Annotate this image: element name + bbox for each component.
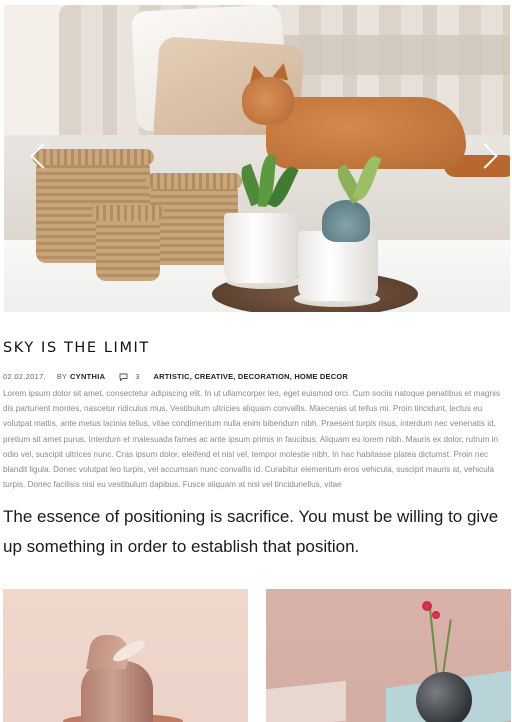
category-link[interactable]: HOME DECOR (294, 372, 348, 381)
post-title[interactable]: SKY IS THE LIMIT (3, 340, 150, 356)
post-date[interactable]: 02.02.2017. (3, 372, 46, 381)
speech-bubble-icon[interactable] (119, 373, 128, 381)
post-meta: 02.02.2017. BY CYNTHIA 3 ARTISTIC, CREAT… (3, 370, 348, 382)
post-thumbnail-vase[interactable] (3, 589, 248, 722)
post-excerpt: Lorem ipsum dolor sit amet, consectetur … (3, 389, 500, 490)
hero-basket-small (92, 205, 164, 281)
flower-stem (429, 609, 438, 676)
hero-succulent (322, 200, 370, 242)
hero-pot-left (224, 213, 300, 283)
hero-cat-head (242, 77, 294, 125)
hero-cat-body (266, 97, 466, 169)
ball-vase (416, 672, 472, 722)
hero-image-slider[interactable] (4, 5, 510, 312)
category-link[interactable]: DECORATION (238, 372, 290, 381)
post-author-link[interactable]: CYNTHIA (70, 372, 105, 381)
category-link[interactable]: ARTISTIC (154, 372, 190, 381)
basket-lid (146, 173, 242, 189)
hero-sofa-stripe (284, 35, 510, 75)
category-link[interactable]: CREATIVE (194, 372, 233, 381)
post-categories: ARTISTIC, CREATIVE, DECORATION, HOME DEC… (154, 372, 348, 381)
post-thumbnail-flower[interactable] (266, 589, 511, 722)
flower-bloom (432, 611, 440, 619)
blog-page: SKY IS THE LIMIT 02.02.2017. BY CYNTHIA … (0, 0, 512, 722)
post-quote: The essence of positioning is sacrifice.… (3, 507, 499, 556)
pedestal-left (266, 680, 346, 722)
basket-lid (92, 205, 164, 221)
flower-stem (442, 619, 452, 676)
flower-bloom (422, 601, 432, 611)
vase-body (81, 661, 153, 722)
comment-count[interactable]: 3 (135, 372, 139, 381)
by-label: BY (56, 371, 67, 381)
